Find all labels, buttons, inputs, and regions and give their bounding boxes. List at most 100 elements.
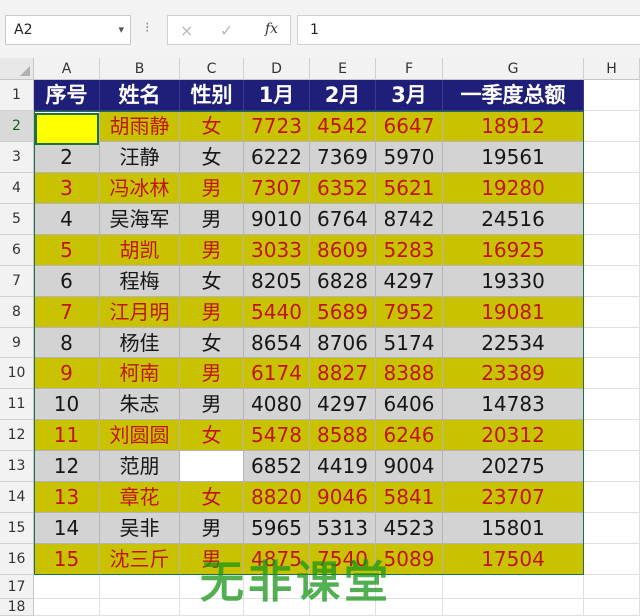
table-cell[interactable]: 5440 <box>244 296 310 328</box>
table-cell[interactable]: 23389 <box>443 358 584 390</box>
table-cell[interactable]: 19081 <box>443 296 584 328</box>
empty-cell[interactable] <box>584 80 640 111</box>
table-cell[interactable]: 17504 <box>443 544 584 575</box>
row-header-10[interactable]: 10 <box>0 358 34 390</box>
column-header-a[interactable]: A <box>34 58 100 80</box>
table-cell[interactable]: 9004 <box>376 451 443 483</box>
chevron-down-icon[interactable]: ▾ <box>118 23 124 36</box>
empty-cell[interactable] <box>584 574 640 599</box>
empty-cell[interactable] <box>100 598 180 616</box>
row-header-11[interactable]: 11 <box>0 389 34 421</box>
table-cell[interactable]: 8388 <box>376 358 443 390</box>
table-cell[interactable]: 女 <box>180 265 244 297</box>
table-cell[interactable]: 汪静 <box>100 141 180 173</box>
empty-cell[interactable] <box>584 265 640 297</box>
table-cell[interactable]: 女 <box>180 111 244 142</box>
table-cell[interactable]: 19330 <box>443 265 584 297</box>
row-header-18[interactable]: 18 <box>0 598 34 616</box>
empty-cell[interactable] <box>443 598 584 616</box>
row-header-17[interactable]: 17 <box>0 574 34 599</box>
cancel-icon[interactable]: × <box>180 21 193 40</box>
empty-cell[interactable] <box>584 544 640 575</box>
table-cell[interactable]: 男 <box>180 389 244 421</box>
table-cell[interactable]: 2 <box>34 141 100 173</box>
table-cell[interactable]: 6828 <box>310 265 376 297</box>
table-cell[interactable]: 5965 <box>244 513 310 544</box>
table-cell[interactable]: 11 <box>34 420 100 452</box>
empty-cell[interactable] <box>584 111 640 142</box>
table-cell[interactable]: 7952 <box>376 296 443 328</box>
empty-cell[interactable] <box>584 420 640 452</box>
row-header-9[interactable]: 9 <box>0 327 34 359</box>
row-header-1[interactable]: 1 <box>0 80 34 111</box>
table-cell[interactable]: 5841 <box>376 482 443 514</box>
insert-function-icon[interactable]: fx <box>265 21 278 37</box>
empty-cell[interactable] <box>584 358 640 390</box>
table-cell[interactable]: 8820 <box>244 482 310 514</box>
table-cell[interactable]: 6764 <box>310 203 376 235</box>
table-cell[interactable]: 22534 <box>443 327 584 359</box>
table-cell[interactable]: 8609 <box>310 234 376 266</box>
empty-cell[interactable] <box>584 234 640 266</box>
table-cell[interactable]: 4 <box>34 203 100 235</box>
table-cell[interactable]: 7307 <box>244 172 310 204</box>
table-cell[interactable]: 8654 <box>244 327 310 359</box>
table-cell[interactable]: 13 <box>34 482 100 514</box>
table-cell[interactable]: 24516 <box>443 203 584 235</box>
table-cell[interactable]: 20312 <box>443 420 584 452</box>
table-cell[interactable]: 8205 <box>244 265 310 297</box>
table-cell[interactable]: 章花 <box>100 482 180 514</box>
formula-input[interactable]: 1 <box>297 15 640 45</box>
table-cell[interactable]: 5621 <box>376 172 443 204</box>
table-cell[interactable]: 7369 <box>310 141 376 173</box>
table-cell[interactable]: 刘圆圆 <box>100 420 180 452</box>
table-cell[interactable]: 6222 <box>244 141 310 173</box>
empty-cell[interactable] <box>584 141 640 173</box>
empty-cell[interactable] <box>100 574 180 599</box>
empty-cell[interactable] <box>584 598 640 616</box>
table-cell[interactable]: 女 <box>180 141 244 173</box>
table-cell[interactable]: 胡凯 <box>100 234 180 266</box>
table-cell[interactable]: 3033 <box>244 234 310 266</box>
empty-cell[interactable] <box>584 482 640 514</box>
column-header-f[interactable]: F <box>376 58 443 80</box>
row-header-5[interactable]: 5 <box>0 203 34 235</box>
table-cell[interactable]: 5313 <box>310 513 376 544</box>
row-header-13[interactable]: 13 <box>0 451 34 483</box>
table-cell[interactable]: 5 <box>34 234 100 266</box>
table-cell[interactable]: 冯冰林 <box>100 172 180 204</box>
table-header-cell[interactable]: 1月 <box>244 80 310 111</box>
empty-cell[interactable] <box>584 327 640 359</box>
table-cell[interactable]: 23707 <box>443 482 584 514</box>
table-cell[interactable]: 6647 <box>376 111 443 142</box>
table-cell[interactable]: 男 <box>180 358 244 390</box>
table-cell[interactable]: 15 <box>34 544 100 575</box>
table-header-cell[interactable]: 姓名 <box>100 80 180 111</box>
table-cell[interactable]: 14783 <box>443 389 584 421</box>
column-header-d[interactable]: D <box>244 58 310 80</box>
table-cell[interactable]: 女 <box>180 420 244 452</box>
table-cell[interactable]: 6852 <box>244 451 310 483</box>
column-header-b[interactable]: B <box>100 58 180 80</box>
table-cell[interactable]: 4080 <box>244 389 310 421</box>
table-cell[interactable]: 5970 <box>376 141 443 173</box>
empty-cell[interactable] <box>584 451 640 483</box>
table-header-cell[interactable]: 3月 <box>376 80 443 111</box>
table-cell[interactable]: 男 <box>180 234 244 266</box>
row-header-6[interactable]: 6 <box>0 234 34 266</box>
table-cell[interactable]: 9046 <box>310 482 376 514</box>
empty-cell[interactable] <box>34 574 100 599</box>
select-all-corner[interactable] <box>0 58 34 80</box>
table-cell[interactable]: 女 <box>180 327 244 359</box>
table-cell[interactable]: 范朋 <box>100 451 180 483</box>
column-header-c[interactable]: C <box>180 58 244 80</box>
row-header-15[interactable]: 15 <box>0 513 34 544</box>
table-cell[interactable]: 6406 <box>376 389 443 421</box>
table-cell[interactable]: 女 <box>180 482 244 514</box>
table-cell[interactable]: 胡雨静 <box>100 111 180 142</box>
table-cell[interactable]: 5478 <box>244 420 310 452</box>
table-cell[interactable]: 4419 <box>310 451 376 483</box>
table-cell[interactable]: 男 <box>180 513 244 544</box>
table-cell[interactable]: 4297 <box>310 389 376 421</box>
table-cell[interactable]: 6246 <box>376 420 443 452</box>
